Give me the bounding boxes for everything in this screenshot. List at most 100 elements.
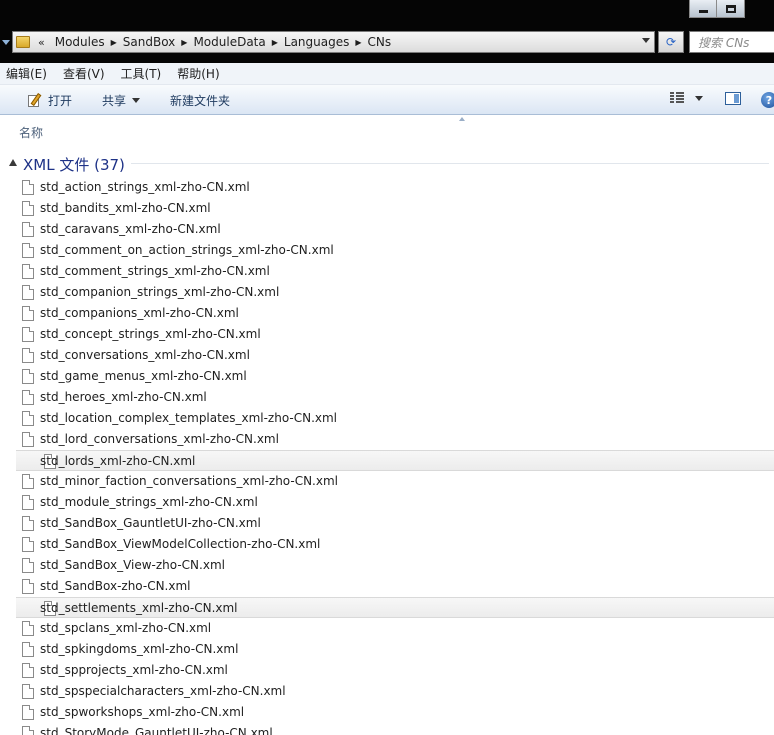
recent-pages-button[interactable] [0, 33, 11, 51]
file-row[interactable]: std_spprojects_xml-zho-CN.xml [0, 660, 774, 681]
xml-file-icon [22, 243, 34, 258]
file-row[interactable]: std_action_strings_xml-zho-CN.xml [0, 177, 774, 198]
file-row[interactable]: std_lord_conversations_xml-zho-CN.xml [0, 429, 774, 450]
xml-file-icon [22, 516, 34, 531]
file-row[interactable]: std_comment_on_action_strings_xml-zho-CN… [0, 240, 774, 261]
xml-file-icon [22, 390, 34, 405]
file-row[interactable]: std_location_complex_templates_xml-zho-C… [0, 408, 774, 429]
file-row[interactable]: std_StoryMode_GauntletUI-zho-CN.xml [0, 723, 774, 735]
xml-file-icon [22, 642, 34, 657]
address-bar[interactable]: « Modules ▶ SandBox ▶ ModuleData ▶ Langu… [12, 31, 655, 53]
breadcrumb-moduledata[interactable]: ModuleData [189, 35, 269, 49]
refresh-icon: ⟳ [665, 35, 677, 49]
file-name: std_game_menus_xml-zho-CN.xml [40, 369, 247, 383]
file-row[interactable]: std_concept_strings_xml-zho-CN.xml [0, 324, 774, 345]
file-name: std_heroes_xml-zho-CN.xml [40, 390, 207, 404]
command-bar: 打开 共享 新建文件夹 ? [0, 85, 774, 115]
file-row[interactable]: std_caravans_xml-zho-CN.xml [0, 219, 774, 240]
menu-help[interactable]: 帮助(H) [171, 65, 219, 82]
file-row[interactable]: std_companion_strings_xml-zho-CN.xml [0, 282, 774, 303]
group-divider [131, 163, 769, 164]
file-row[interactable]: std_SandBox-zho-CN.xml [0, 576, 774, 597]
file-row[interactable]: std_SandBox_GauntletUI-zho-CN.xml [0, 513, 774, 534]
file-row[interactable]: std_spkingdoms_xml-zho-CN.xml [0, 639, 774, 660]
file-row[interactable]: std_game_menus_xml-zho-CN.xml [0, 366, 774, 387]
file-row[interactable]: std_settlements_xml-zho-CN.xml [16, 597, 774, 618]
file-row[interactable]: std_module_strings_xml-zho-CN.xml [0, 492, 774, 513]
file-row[interactable]: std_SandBox_ViewModelCollection-zho-CN.x… [0, 534, 774, 555]
file-row[interactable]: std_spspecialcharacters_xml-zho-CN.xml [0, 681, 774, 702]
xml-file-icon [22, 726, 34, 735]
file-name: std_spkingdoms_xml-zho-CN.xml [40, 642, 239, 656]
file-name: std_action_strings_xml-zho-CN.xml [40, 180, 250, 194]
file-name: std_lord_conversations_xml-zho-CN.xml [40, 432, 279, 446]
xml-file-icon [22, 684, 34, 699]
breadcrumb-chevron-icon[interactable]: ▶ [353, 38, 363, 47]
xml-file-icon [22, 264, 34, 279]
menu-bar: 编辑(E) 查看(V) 工具(T) 帮助(H) [0, 63, 774, 85]
open-button[interactable]: 打开 [27, 92, 72, 109]
help-button[interactable]: ? [761, 92, 774, 108]
file-row[interactable]: std_SandBox_View-zho-CN.xml [0, 555, 774, 576]
minimize-button[interactable] [689, 0, 717, 18]
menu-tools[interactable]: 工具(T) [115, 65, 162, 82]
window-controls [689, 0, 745, 19]
file-name: std_bandits_xml-zho-CN.xml [40, 201, 211, 215]
breadcrumb-chevron-icon[interactable]: ▶ [109, 38, 119, 47]
file-name: std_caravans_xml-zho-CN.xml [40, 222, 221, 236]
xml-file-icon [22, 369, 34, 384]
new-folder-button[interactable]: 新建文件夹 [170, 92, 230, 109]
search-input[interactable]: 搜索 CNs [689, 31, 774, 53]
xml-file-icon [22, 327, 34, 342]
maximize-button[interactable] [717, 0, 745, 18]
address-overflow[interactable]: « [30, 36, 51, 49]
file-row[interactable]: std_spworkshops_xml-zho-CN.xml [0, 702, 774, 723]
preview-pane-button[interactable] [725, 92, 741, 105]
file-name: std_companions_xml-zho-CN.xml [40, 306, 239, 320]
xml-file-icon [22, 222, 34, 237]
xml-file-icon [22, 579, 34, 594]
breadcrumb-chevron-icon[interactable]: ▶ [179, 38, 189, 47]
file-row[interactable]: std_heroes_xml-zho-CN.xml [0, 387, 774, 408]
file-name: std_settlements_xml-zho-CN.xml [40, 601, 238, 615]
file-row[interactable]: std_bandits_xml-zho-CN.xml [0, 198, 774, 219]
file-name: std_comment_strings_xml-zho-CN.xml [40, 264, 270, 278]
group-header[interactable]: XML 文件 (37) [0, 151, 774, 175]
file-row[interactable]: std_conversations_xml-zho-CN.xml [0, 345, 774, 366]
help-icon: ? [761, 92, 774, 108]
address-history-dropdown-icon[interactable] [642, 38, 650, 43]
preview-pane-icon [725, 92, 741, 105]
breadcrumb-modules[interactable]: Modules [51, 35, 109, 49]
file-row[interactable]: std_comment_strings_xml-zho-CN.xml [0, 261, 774, 282]
file-name: std_module_strings_xml-zho-CN.xml [40, 495, 258, 509]
column-header-name[interactable]: 名称 [19, 124, 43, 141]
file-row[interactable]: std_lords_xml-zho-CN.xml [16, 450, 774, 471]
file-name: std_comment_on_action_strings_xml-zho-CN… [40, 243, 334, 257]
collapse-group-icon[interactable] [9, 159, 17, 166]
menu-view[interactable]: 查看(V) [57, 65, 105, 82]
file-name: std_spprojects_xml-zho-CN.xml [40, 663, 228, 677]
change-view-button[interactable] [670, 92, 703, 104]
breadcrumb-chevron-icon[interactable]: ▶ [270, 38, 280, 47]
details-view-icon [670, 92, 684, 104]
chevron-down-icon [695, 95, 703, 101]
file-row[interactable]: std_companions_xml-zho-CN.xml [0, 303, 774, 324]
share-button[interactable]: 共享 [102, 92, 141, 109]
breadcrumb-cns[interactable]: CNs [364, 35, 396, 49]
xml-file-icon [22, 495, 34, 510]
refresh-button[interactable]: ⟳ [658, 31, 684, 53]
file-row[interactable]: std_spclans_xml-zho-CN.xml [0, 618, 774, 639]
xml-file-icon [22, 663, 34, 678]
folder-icon [16, 36, 30, 48]
breadcrumb-sandbox[interactable]: SandBox [119, 35, 180, 49]
minimize-icon [698, 10, 708, 13]
file-row[interactable]: std_minor_faction_conversations_xml-zho-… [0, 471, 774, 492]
xml-file-icon [22, 306, 34, 321]
menu-edit[interactable]: 编辑(E) [0, 65, 47, 82]
file-name: std_SandBox_GauntletUI-zho-CN.xml [40, 516, 261, 530]
file-name: std_conversations_xml-zho-CN.xml [40, 348, 250, 362]
file-name: std_location_complex_templates_xml-zho-C… [40, 411, 338, 425]
file-name: std_lords_xml-zho-CN.xml [40, 454, 196, 468]
chevron-down-icon [1, 39, 10, 45]
breadcrumb-languages[interactable]: Languages [280, 35, 353, 49]
